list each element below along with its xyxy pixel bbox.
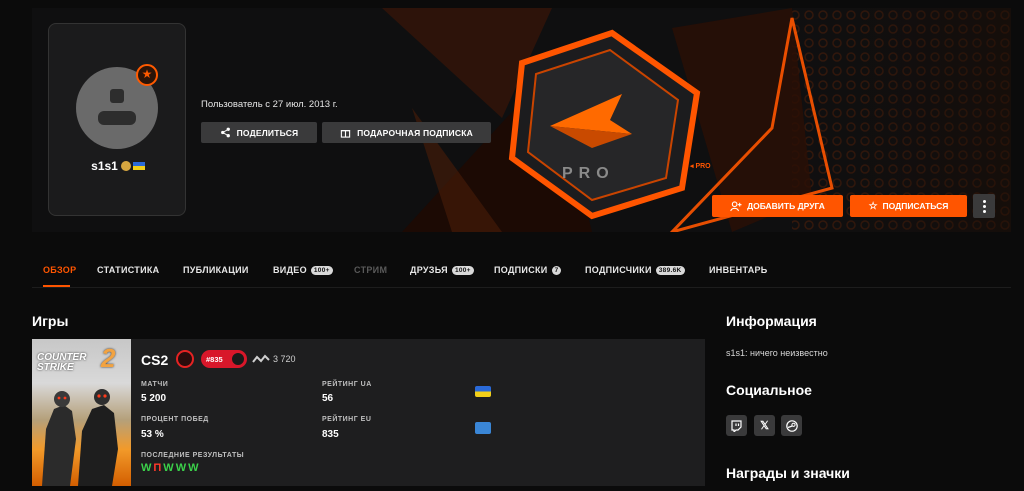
tab-count-badge: 100+ xyxy=(451,265,474,275)
games-section-title: Игры xyxy=(32,313,69,329)
share-icon xyxy=(220,127,230,138)
avatar-head xyxy=(110,89,124,103)
rating-eu-label: РЕЙТИНГ EU xyxy=(322,416,372,423)
tab-publications[interactable]: ПУБЛИКАЦИИ xyxy=(183,265,249,275)
avatar-body xyxy=(98,111,136,125)
more-dot-icon xyxy=(982,204,986,208)
elo-trend-icon xyxy=(252,354,270,363)
tab-label: ДРУЗЬЯ xyxy=(410,265,448,275)
tab-label: ПОДПИСЧИКИ xyxy=(585,265,652,275)
tab-label: СТРИМ xyxy=(354,265,388,275)
matches-label: МАТЧИ xyxy=(141,381,169,388)
subscribe-button[interactable]: ☆ ПОДПИСАТЬСЯ xyxy=(850,195,967,217)
tab-label: ОБЗОР xyxy=(43,265,77,275)
tab-label: ВИДЕО xyxy=(273,265,307,275)
tab-subscribers[interactable]: ПОДПИСЧИКИ 389.6K xyxy=(585,265,685,275)
recent-results: WПWWW xyxy=(141,462,200,474)
tab-label: ПУБЛИКАЦИИ xyxy=(183,265,249,275)
star-outline-icon: ☆ xyxy=(868,200,878,212)
info-section-title: Информация xyxy=(726,313,817,329)
share-label: ПОДЕЛИТЬСЯ xyxy=(236,127,299,138)
banner-pro-text: PRO xyxy=(562,165,615,182)
result-win: W xyxy=(163,462,176,474)
tab-friends[interactable]: ДРУЗЬЯ 100+ xyxy=(410,265,474,275)
tab-count-badge: 389.6K xyxy=(655,265,685,275)
faceit-level-icon xyxy=(176,350,194,368)
tab-count-badge: 7 xyxy=(551,265,562,275)
rank-badge: #835 xyxy=(201,350,247,368)
tab-statistics[interactable]: СТАТИСТИКА xyxy=(97,265,159,275)
tab-overview[interactable]: ОБЗОР xyxy=(43,265,76,275)
member-since: Пользователь с 27 июл. 2013 г. xyxy=(201,99,338,110)
tab-subscriptions[interactable]: ПОДПИСКИ 7 xyxy=(494,265,562,275)
add-friend-button[interactable]: ДОБАВИТЬ ДРУГА xyxy=(712,195,843,217)
profile-card: ★ s1s1 xyxy=(48,23,186,216)
active-tab-indicator xyxy=(43,285,70,287)
rating-eu-value: 835 xyxy=(322,429,339,440)
more-options-button[interactable] xyxy=(973,194,995,218)
rating-ua-label: РЕЙТИНГ UA xyxy=(322,381,372,388)
game-cover-image: COUNTER STRIKE 2 xyxy=(32,339,131,486)
subscribe-label: ПОДПИСАТЬСЯ xyxy=(882,201,949,211)
matches-value: 5 200 xyxy=(141,393,167,404)
result-loss: П xyxy=(153,462,164,474)
ukraine-flag-icon xyxy=(132,162,145,170)
gift-subscription-button[interactable]: ПОДАРОЧНАЯ ПОДПИСКА xyxy=(322,122,491,143)
ukraine-flag-icon xyxy=(475,386,491,397)
gift-label: ПОДАРОЧНАЯ ПОДПИСКА xyxy=(357,127,473,138)
banner-pro-small: ◂ PRO xyxy=(689,163,711,170)
profile-tabs: ОБЗОР СТАТИСТИКА ПУБЛИКАЦИИ ВИДЕО 100+ СТ… xyxy=(32,256,1011,288)
nickname-text: s1s1 xyxy=(91,159,118,173)
twitch-icon[interactable] xyxy=(726,415,747,436)
winrate-value: 53 % xyxy=(141,429,164,440)
tab-label: СТАТИСТИКА xyxy=(97,265,160,275)
more-dot-icon xyxy=(982,199,986,203)
europe-flag-icon xyxy=(475,422,491,434)
more-dot-icon xyxy=(982,209,986,213)
rank-value: #835 xyxy=(206,354,223,364)
tab-stream[interactable]: СТРИМ xyxy=(354,265,387,275)
x-icon[interactable]: 𝕏 xyxy=(754,415,775,436)
social-section-title: Социальное xyxy=(726,382,812,398)
winrate-label: ПРОЦЕНТ ПОБЕД xyxy=(141,416,209,423)
tab-count-badge: 100+ xyxy=(310,265,333,275)
cover-logo: COUNTER STRIKE 2 xyxy=(37,343,126,373)
game-name: CS2 xyxy=(141,352,169,368)
recent-results-label: ПОСЛЕДНИЕ РЕЗУЛЬТАТЫ xyxy=(141,452,245,459)
steam-glyph xyxy=(785,419,798,432)
star-icon[interactable]: ★ xyxy=(136,64,158,86)
add-user-icon xyxy=(730,200,742,211)
gift-icon xyxy=(340,130,351,138)
tab-label: ПОДПИСКИ xyxy=(494,265,548,275)
share-button[interactable]: ПОДЕЛИТЬСЯ xyxy=(201,122,317,143)
game-card-cs2[interactable]: COUNTER STRIKE 2 xyxy=(32,339,705,486)
result-win: W xyxy=(175,462,189,474)
profile-nickname: s1s1 xyxy=(49,159,187,173)
tab-video[interactable]: ВИДЕО 100+ xyxy=(273,265,333,275)
result-win: W xyxy=(188,462,201,474)
awards-section-title: Награды и значки xyxy=(726,465,850,481)
elo-value: 3 720 xyxy=(273,354,296,364)
result-win: W xyxy=(141,462,154,474)
info-text: s1s1: ничего неизвестно xyxy=(726,348,828,358)
add-friend-label: ДОБАВИТЬ ДРУГА xyxy=(747,201,825,211)
twitch-glyph xyxy=(731,419,742,432)
rating-ua-value: 56 xyxy=(322,393,334,404)
rank-level-icon xyxy=(230,351,246,367)
verified-icon xyxy=(120,161,131,171)
steam-icon[interactable] xyxy=(781,415,802,436)
tab-inventory[interactable]: ИНВЕНТАРЬ xyxy=(709,265,768,275)
cover-logo-number: 2 xyxy=(101,343,116,373)
tab-label: ИНВЕНТАРЬ xyxy=(709,265,768,275)
